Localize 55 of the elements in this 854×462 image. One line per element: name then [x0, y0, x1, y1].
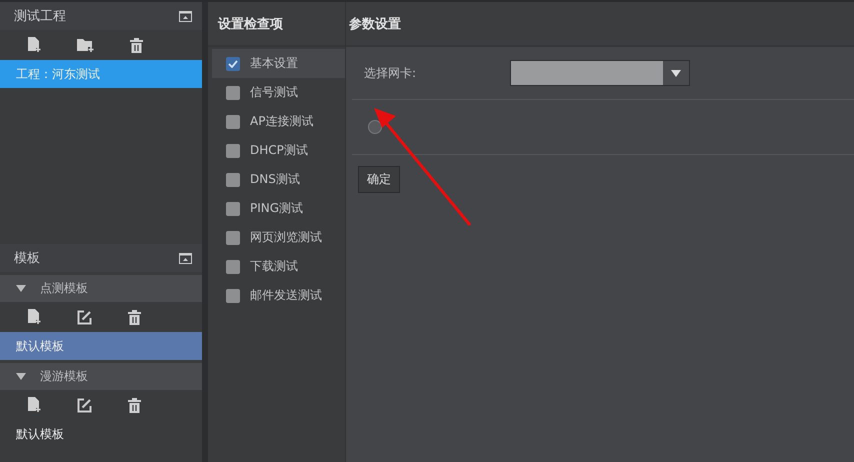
panel-title: 测试工程	[14, 8, 66, 25]
check-label: 下载测试	[250, 258, 298, 275]
checkbox[interactable]	[226, 144, 240, 158]
template-item[interactable]: 默认模板	[0, 420, 202, 448]
checkbox[interactable]	[226, 86, 240, 100]
check-label: 信号测试	[250, 84, 298, 101]
checkbox[interactable]	[226, 260, 240, 274]
expanded-caret-icon[interactable]	[16, 284, 26, 292]
check-item[interactable]: 网页浏览测试	[212, 223, 345, 252]
delete-icon[interactable]	[128, 398, 141, 412]
panel-title: 模板	[14, 250, 40, 267]
check-item[interactable]: 信号测试	[212, 78, 345, 107]
delete-icon[interactable]	[128, 310, 141, 324]
checkbox[interactable]	[226, 172, 240, 186]
new-file-icon[interactable]	[27, 397, 41, 413]
check-item[interactable]: PING测试	[212, 194, 345, 223]
new-folder-icon[interactable]	[77, 38, 94, 52]
collapse-panel-icon[interactable]	[179, 252, 192, 264]
check-label: AP连接测试	[250, 113, 314, 130]
checkbox[interactable]	[226, 230, 240, 244]
check-item[interactable]: 下载测试	[212, 252, 345, 281]
column-title: 设置检查项	[218, 16, 283, 32]
checkbox[interactable]	[226, 56, 240, 70]
checkbox[interactable]	[226, 114, 240, 128]
checkbox[interactable]	[226, 202, 240, 216]
check-label: 网页浏览测试	[250, 229, 322, 246]
confirm-button[interactable]: 确定	[358, 166, 400, 193]
expanded-caret-icon[interactable]	[16, 372, 26, 380]
group-title: 点测模板	[40, 280, 88, 297]
check-item[interactable]: 基本设置	[212, 49, 345, 78]
dropdown-caret-icon[interactable]	[671, 70, 681, 76]
delete-icon[interactable]	[130, 38, 143, 52]
check-label: DHCP测试	[250, 142, 308, 159]
collapse-panel-icon[interactable]	[179, 10, 192, 22]
checkbox[interactable]	[226, 288, 240, 302]
new-file-icon[interactable]	[27, 37, 41, 53]
check-item[interactable]: DHCP测试	[212, 136, 345, 165]
edit-icon[interactable]	[77, 310, 92, 324]
field-label: 选择网卡:	[364, 64, 418, 82]
check-item[interactable]: AP连接测试	[212, 107, 345, 136]
check-label: DNS测试	[250, 171, 300, 188]
group-title: 漫游模板	[40, 368, 88, 385]
group-header[interactable]: 漫游模板	[0, 363, 202, 390]
radio-button[interactable]	[368, 120, 382, 134]
check-item[interactable]: 邮件发送测试	[212, 281, 345, 310]
check-label: 邮件发送测试	[250, 287, 322, 304]
check-label: 基本设置	[250, 55, 298, 72]
edit-icon[interactable]	[77, 398, 92, 412]
network-card-select[interactable]	[510, 60, 690, 86]
check-item[interactable]: DNS测试	[212, 165, 345, 194]
new-file-icon[interactable]	[27, 309, 41, 325]
check-label: PING测试	[250, 200, 304, 217]
column-title: 参数设置	[349, 16, 401, 32]
group-header[interactable]: 点测模板	[0, 275, 202, 302]
template-item[interactable]: 默认模板	[0, 332, 202, 360]
